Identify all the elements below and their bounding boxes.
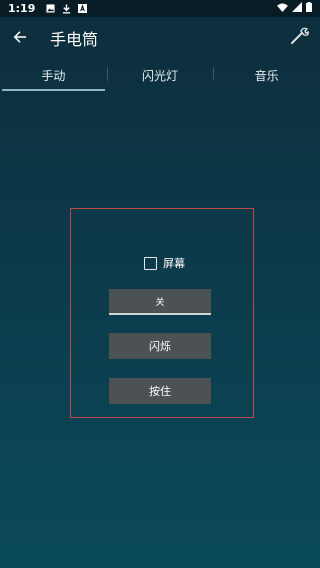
signal-icon	[292, 2, 302, 15]
status-time: 1:19	[8, 2, 36, 15]
off-button[interactable]: 关	[109, 289, 211, 315]
battery-icon	[306, 2, 312, 15]
download-icon	[61, 4, 71, 14]
status-bar: 1:19	[0, 0, 320, 17]
flash-button[interactable]: 闪烁	[109, 333, 211, 359]
tab-bar: 手动 闪光灯 音乐	[0, 59, 320, 91]
status-icons-left	[45, 4, 87, 14]
tab-music[interactable]: 音乐	[213, 59, 320, 91]
back-button[interactable]	[0, 17, 40, 59]
control-panel: 屏幕 关 闪烁 按住	[70, 208, 254, 418]
status-icons-right	[277, 2, 312, 15]
page-title: 手电筒	[50, 30, 99, 49]
tab-manual[interactable]: 手动	[0, 59, 107, 91]
screen-checkbox-label: 屏幕	[163, 257, 185, 270]
wifi-icon	[277, 2, 288, 15]
settings-tool-button[interactable]	[280, 17, 320, 59]
hold-button[interactable]: 按住	[109, 378, 211, 404]
arrow-left-icon	[13, 29, 27, 48]
wrench-icon	[290, 27, 310, 49]
screen-checkbox[interactable]	[144, 256, 157, 270]
tab-flashlight[interactable]: 闪光灯	[106, 59, 214, 91]
image-icon	[45, 4, 55, 14]
toolbar: 手电筒	[0, 17, 320, 59]
a-badge-icon	[77, 4, 87, 14]
screen-checkbox-row[interactable]: 屏幕	[144, 255, 185, 271]
